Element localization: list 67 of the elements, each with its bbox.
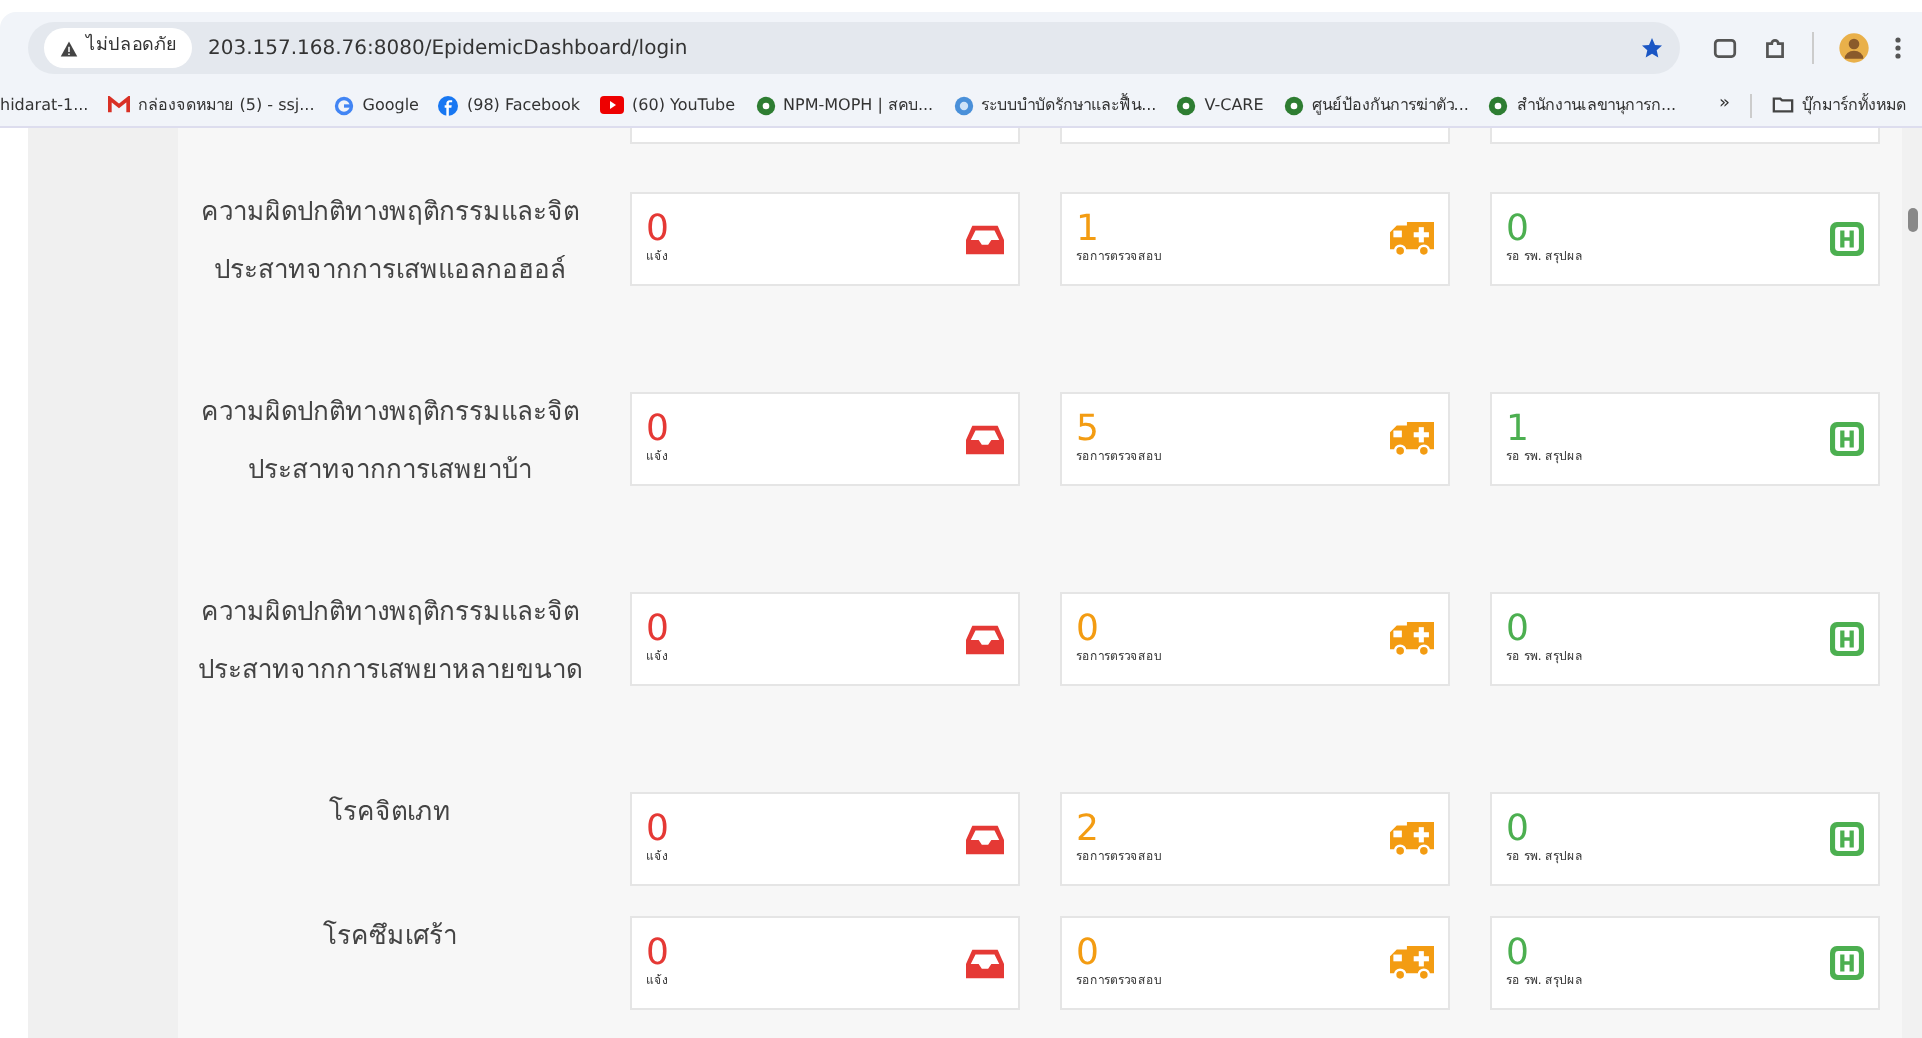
ambulance-icon: [1390, 222, 1434, 256]
category-label: โรคจิตเภท: [327, 794, 453, 832]
stat-value: 5: [1076, 412, 1101, 448]
stat-value: 0: [646, 612, 669, 648]
inbox-icon: [966, 823, 1004, 855]
ambulance-icon: [1390, 622, 1434, 656]
bookmark[interactable]: สำนักงานเลขานุการก...: [1488, 93, 1677, 117]
video-icon: [600, 96, 625, 114]
inbox-icon: [966, 947, 1004, 979]
url-text: 203.157.168.76:8080/EpidemicDashboard/login: [208, 35, 690, 63]
chat-icon[interactable]: [1712, 35, 1738, 61]
menu-icon[interactable]: [1894, 36, 1902, 60]
hospital-icon: [1830, 622, 1864, 656]
site-icon: [755, 95, 776, 115]
folder-icon: [1772, 96, 1794, 114]
more-bookmarks-button[interactable]: »: [1718, 91, 1730, 119]
hospital-icon: [1830, 222, 1864, 256]
ambulance-icon: [1390, 422, 1434, 456]
bookmark[interactable]: (98) Facebook: [438, 93, 581, 117]
bookmark[interactable]: hidarat-1...: [0, 93, 89, 117]
inbox-icon: [966, 223, 1004, 255]
all-bookmarks-button[interactable]: บุ๊กมาร์กทั้งหมด: [1772, 93, 1906, 117]
security-chip[interactable]: ไม่ปลอดภัย: [44, 28, 192, 68]
hospital-icon: [1830, 946, 1864, 980]
warning-icon: [60, 39, 78, 57]
stat-value: 1: [1506, 412, 1531, 448]
stat-value: 0: [1076, 936, 1101, 972]
stat-value: 2: [1076, 812, 1101, 848]
stat-value: 1: [1076, 212, 1101, 248]
category-label: โรคซึมเศร้า: [321, 918, 459, 956]
bookmark[interactable]: (60) YouTube: [600, 93, 736, 117]
stat-value: 0: [646, 936, 669, 972]
bookmark[interactable]: ศูนย์ป้องกันการฆ่าตัว...: [1283, 93, 1469, 117]
hospital-icon: [1830, 422, 1864, 456]
stat-value: 0: [1506, 212, 1531, 248]
site-icon: [1176, 95, 1197, 115]
site-icon: [1488, 95, 1509, 115]
ambulance-icon: [1390, 822, 1434, 856]
g-icon: [334, 95, 355, 115]
site-icon: [1283, 95, 1304, 115]
bookmark[interactable]: NPM-MOPH | สคบ...: [755, 93, 934, 117]
security-label: ไม่ปลอดภัย: [86, 34, 176, 61]
stat-value: 0: [646, 212, 669, 248]
star-icon[interactable]: [1640, 36, 1664, 60]
ambulance-icon: [1390, 946, 1434, 980]
globe-icon: [953, 95, 974, 115]
address-bar[interactable]: ไม่ปลอดภัย 203.157.168.76:8080/EpidemicDashboard/login: [28, 22, 1680, 74]
stat-value: 0: [646, 412, 669, 448]
stat-value: 0: [1076, 612, 1101, 648]
stat-value: 0: [1506, 936, 1531, 972]
bookmark[interactable]: V-CARE: [1176, 93, 1264, 117]
category-label: ความผิดปกติทางพฤติกรรมและจิตประสาทจากการเสพยาบ้า: [199, 396, 581, 490]
stat-value: 0: [1506, 812, 1531, 848]
stat-value: 0: [646, 812, 669, 848]
avatar-icon[interactable]: [1838, 32, 1870, 64]
category-label: ความผิดปกติทางพฤติกรรมและจิตประสาทจากการเสพยาหลายขนาด: [196, 596, 584, 690]
scrollbar[interactable]: [1902, 128, 1922, 1038]
bookmark[interactable]: ระบบบำบัดรักษาและฟื้น...: [953, 93, 1157, 117]
inbox-icon: [966, 423, 1004, 455]
hospital-icon: [1830, 822, 1864, 856]
bookmark[interactable]: กล่องจดหมาย (5) - ssj...: [108, 93, 315, 117]
mail-icon: [108, 96, 131, 114]
category-label: ความผิดปกติทางพฤติกรรมและจิตประสาทจากการเสพแอลกอฮอล์: [199, 196, 581, 290]
inbox-icon: [966, 623, 1004, 655]
facebook-icon: [438, 95, 459, 115]
stat-value: 0: [1506, 612, 1531, 648]
bookmark[interactable]: Google: [334, 93, 419, 117]
